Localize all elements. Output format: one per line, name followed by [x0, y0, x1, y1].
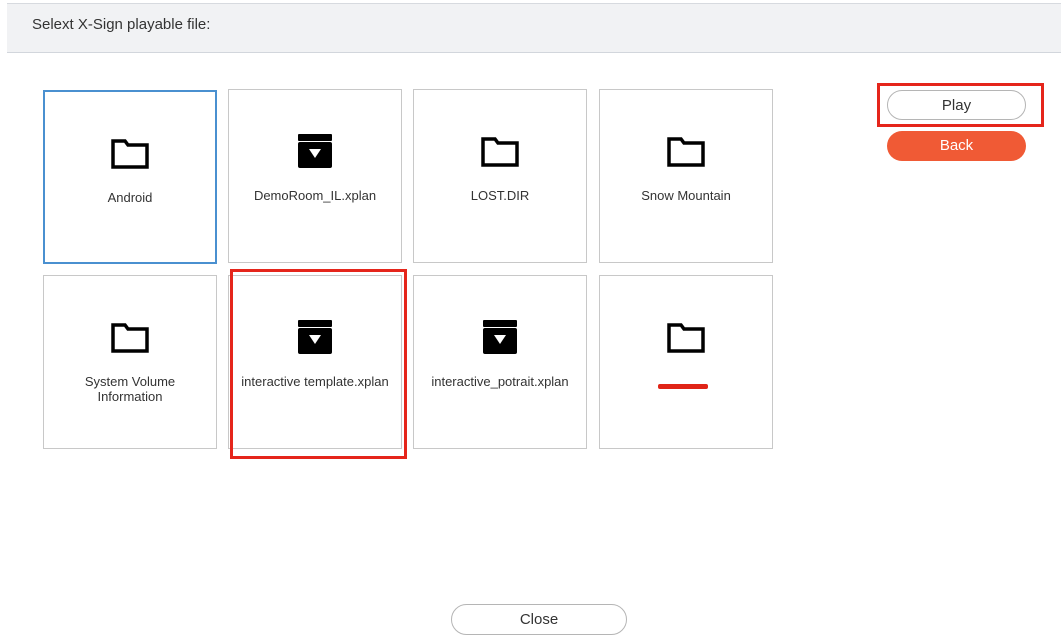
- file-tile-label: LOST.DIR: [470, 188, 530, 203]
- file-tile-label: Snow Mountain: [641, 188, 731, 203]
- file-tile-snow-mountain[interactable]: Snow Mountain: [599, 89, 773, 263]
- folder-icon: [111, 139, 149, 169]
- folder-icon: [667, 137, 705, 167]
- file-tile-label: interactive_potrait.xplan: [431, 374, 569, 389]
- dialog-title: Selext X-Sign playable file:: [32, 16, 211, 33]
- file-tile-demoroom[interactable]: DemoRoom_IL.xplan: [228, 89, 402, 263]
- xplan-file-icon: [298, 134, 332, 168]
- file-tile-label: interactive template.xplan: [241, 374, 389, 389]
- file-tile-interactive-potrait[interactable]: interactive_potrait.xplan: [413, 275, 587, 449]
- xplan-file-icon: [298, 320, 332, 354]
- redaction-mark: [658, 384, 708, 389]
- folder-icon: [111, 323, 149, 353]
- folder-icon: [667, 323, 705, 353]
- close-button[interactable]: Close: [451, 604, 627, 635]
- file-tile-system-volume-information[interactable]: System Volume Information: [43, 275, 217, 449]
- file-tile-label: Android: [107, 190, 153, 205]
- folder-icon: [481, 137, 519, 167]
- file-picker-dialog: Selext X-Sign playable file: Android Dem…: [0, 0, 1061, 635]
- file-tile-label: System Volume Information: [84, 374, 176, 404]
- dialog-header: Selext X-Sign playable file:: [7, 3, 1061, 53]
- xplan-file-icon: [483, 320, 517, 354]
- file-tile-label: DemoRoom_IL.xplan: [253, 188, 377, 203]
- file-tile-android[interactable]: Android: [43, 90, 217, 264]
- play-button[interactable]: Play: [887, 90, 1026, 120]
- file-tile-lost-dir[interactable]: LOST.DIR: [413, 89, 587, 263]
- file-tile-interactive-template[interactable]: interactive template.xplan: [228, 275, 402, 449]
- file-tile-redacted-folder[interactable]: [599, 275, 773, 449]
- back-button[interactable]: Back: [887, 131, 1026, 161]
